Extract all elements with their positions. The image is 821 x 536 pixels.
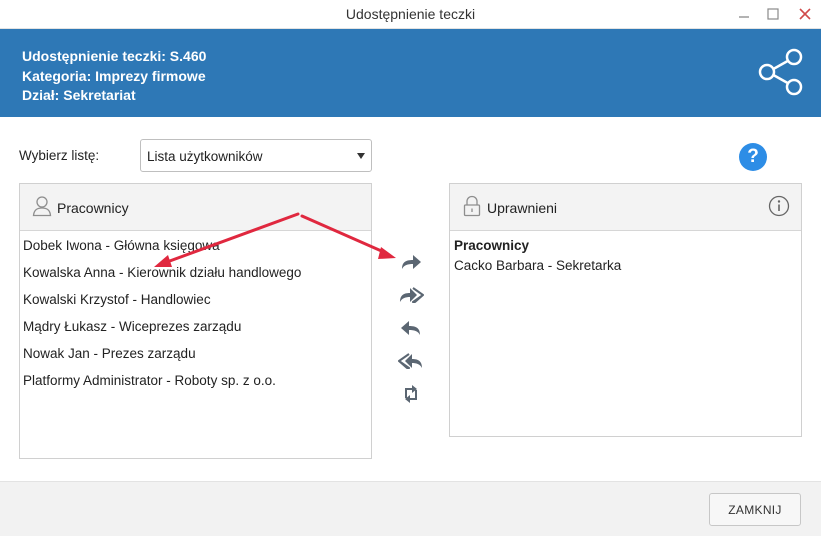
close-button[interactable]: ZAMKNIJ bbox=[709, 493, 801, 526]
swap-button[interactable] bbox=[397, 382, 425, 406]
move-right-icon bbox=[402, 255, 421, 269]
authorized-panel-title: Uprawnieni bbox=[487, 200, 558, 216]
list-item[interactable]: Kowalska Anna - Kierownik działu handlow… bbox=[20, 259, 371, 286]
list-item[interactable]: Platformy Administrator - Roboty sp. z o… bbox=[20, 367, 371, 394]
list-select-value: Lista użytkowników bbox=[147, 149, 263, 164]
dialog-footer bbox=[0, 481, 821, 536]
help-icon[interactable]: ? bbox=[739, 143, 767, 171]
minimize-icon[interactable] bbox=[732, 3, 756, 25]
header-category: Kategoria: Imprezy firmowe bbox=[22, 68, 206, 84]
info-icon[interactable] bbox=[768, 195, 790, 217]
move-all-right-icon bbox=[400, 287, 424, 303]
list-item[interactable]: Nowak Jan - Prezes zarządu bbox=[20, 340, 371, 367]
annotation-arrowhead-right bbox=[378, 247, 396, 259]
header-department: Dział: Sekretariat bbox=[22, 87, 136, 103]
chevron-down-icon bbox=[357, 153, 365, 159]
move-left-icon bbox=[401, 321, 420, 335]
close-icon[interactable] bbox=[793, 3, 817, 25]
move-all-left-icon bbox=[398, 353, 422, 369]
list-item[interactable]: Dobek Iwona - Główna księgowa bbox=[20, 232, 371, 259]
group-header: Pracownicy bbox=[454, 238, 530, 253]
employees-panel-header: Pracownicy bbox=[20, 184, 371, 231]
list-select[interactable]: Lista użytkowników bbox=[140, 139, 372, 172]
authorized-list: Pracownicy Cacko Barbara - Sekretarka bbox=[450, 232, 801, 278]
dialog-header: Udostępnienie teczki: S.460 Kategoria: I… bbox=[0, 29, 821, 117]
swap-icon bbox=[405, 385, 417, 403]
maximize-icon[interactable] bbox=[761, 3, 785, 25]
employees-panel-title: Pracownicy bbox=[57, 200, 129, 216]
share-folder-dialog: Udostępnienie teczki Udostępnienie teczk… bbox=[0, 0, 821, 536]
move-all-right-button[interactable] bbox=[397, 283, 425, 307]
user-icon bbox=[32, 196, 52, 217]
move-left-button[interactable] bbox=[397, 316, 425, 340]
employees-panel: Pracownicy Dobek Iwona - Główna księgowa… bbox=[19, 183, 372, 459]
list-item[interactable]: Kowalski Krzystof - Handlowiec bbox=[20, 286, 371, 313]
list-item[interactable]: Mądry Łukasz - Wiceprezes zarządu bbox=[20, 313, 371, 340]
authorized-panel-header: Uprawnieni bbox=[450, 184, 801, 231]
move-all-left-button[interactable] bbox=[397, 349, 425, 373]
window-title: Udostępnienie teczki bbox=[345, 6, 476, 22]
move-right-button[interactable] bbox=[397, 250, 425, 274]
header-folder: Udostępnienie teczki: S.460 bbox=[22, 48, 207, 64]
employees-list: Dobek Iwona - Główna księgowa Kowalska A… bbox=[20, 232, 371, 394]
authorized-panel: Uprawnieni Pracownicy Cacko Barbara - Se… bbox=[449, 183, 802, 437]
list-select-label: Wybierz listę: bbox=[19, 148, 100, 163]
lock-icon bbox=[463, 195, 481, 217]
title-bar: Udostępnienie teczki bbox=[0, 0, 821, 29]
share-icon bbox=[758, 48, 803, 96]
list-item[interactable]: Cacko Barbara - Sekretarka bbox=[454, 256, 801, 278]
